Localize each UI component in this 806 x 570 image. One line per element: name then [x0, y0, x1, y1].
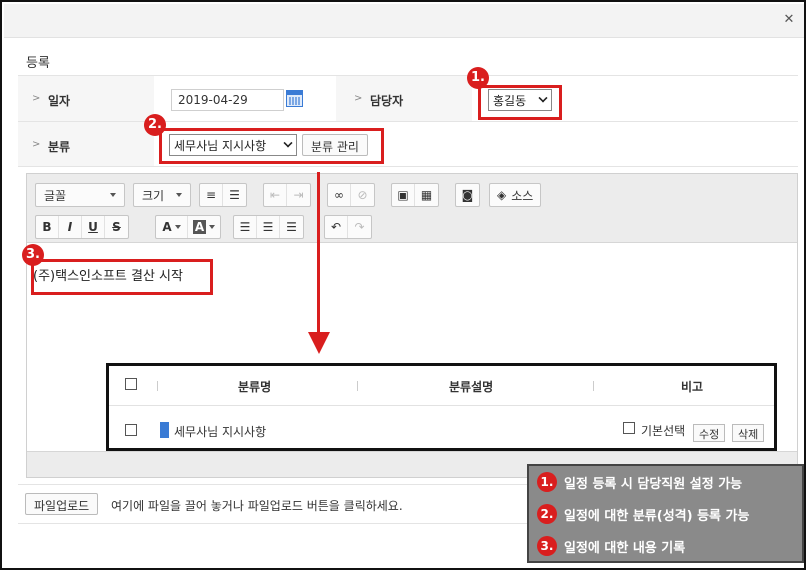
chevron-right-icon: > — [32, 139, 41, 150]
caret-down-icon — [209, 225, 216, 229]
media-icon[interactable]: ◙ — [456, 184, 479, 206]
category-color-marker — [160, 422, 169, 438]
annotation-badge-3: 3. — [22, 244, 44, 266]
legend-number: 1. — [537, 472, 557, 492]
chevron-right-icon: > — [354, 93, 363, 104]
link-icon[interactable]: ∞ — [328, 184, 351, 206]
legend-text: 일정에 대한 내용 기록 — [564, 540, 686, 556]
unlink-icon[interactable]: ⊘ — [351, 184, 374, 206]
section-title: 등록 — [26, 56, 50, 71]
select-all-checkbox[interactable] — [125, 378, 137, 390]
legend-text: 일정 등록 시 담당직원 설정 가능 — [564, 476, 743, 492]
color-group: A A — [155, 215, 221, 239]
date-input[interactable] — [171, 89, 284, 111]
legend-text: 일정에 대한 분류(성격) 등록 가능 — [564, 508, 750, 524]
annotation-badge-1: 1. — [467, 67, 489, 89]
align-group: ☰ ☰ ☰ — [233, 215, 304, 239]
source-label: 소스 — [511, 188, 534, 203]
source-button[interactable]: ◈ 소스 — [490, 184, 540, 206]
bg-color-button[interactable]: A — [188, 216, 220, 238]
format-group: B I U S — [35, 215, 129, 239]
chevron-right-icon: > — [32, 93, 41, 104]
indent-icon[interactable]: ⇥ — [287, 184, 310, 206]
header-separator — [593, 381, 594, 391]
history-group: ↶ ↷ — [324, 215, 372, 239]
font-size-dropdown[interactable]: 크기 — [133, 183, 191, 207]
font-family-dropdown[interactable]: 글꼴 — [35, 183, 125, 207]
italic-button[interactable]: I — [59, 216, 82, 238]
legend-number: 3. — [537, 536, 557, 556]
legend-item: 1. 일정 등록 시 담당직원 설정 가능 — [537, 472, 742, 492]
strikethrough-button[interactable]: S — [105, 216, 128, 238]
manager-label: 담당자 — [370, 94, 404, 108]
align-center-icon[interactable]: ☰ — [257, 216, 280, 238]
manager-label-cell: > 담당자 — [336, 76, 472, 121]
date-label: 일자 — [48, 94, 71, 108]
text-color-button[interactable]: A — [156, 216, 188, 238]
annotation-box-1 — [478, 85, 562, 120]
annotation-box-3 — [31, 259, 213, 295]
bullet-list-icon[interactable]: ☰ — [223, 184, 246, 206]
editor-toolbar: 글꼴 크기 ≡ ☰ ⇤ ⇥ ∞ ⊘ ▣ ▦ ◙ ◈ 소스 B I U S A A… — [27, 174, 797, 243]
annotation-badge-2: 2. — [144, 114, 166, 136]
category-label: 분류 — [48, 140, 71, 154]
category-label-cell: > 분류 — [18, 122, 154, 166]
caret-down-icon — [174, 225, 181, 229]
bg-color-icon: A — [192, 220, 207, 234]
header-separator — [157, 381, 158, 391]
outdent-icon[interactable]: ⇤ — [264, 184, 287, 206]
close-icon[interactable]: ✕ — [782, 13, 796, 27]
dialog-title-bar: ✕ — [4, 4, 804, 38]
header-category-name: 분류명 — [238, 380, 272, 394]
schedule-dialog: ✕ 등록 > 일자 > 담당자 홍길동 > 분류 세무사님 지시사항 분류 관리 — [0, 0, 806, 570]
underline-button[interactable]: U — [82, 216, 105, 238]
default-select-checkbox[interactable] — [623, 422, 635, 434]
source-group: ◈ 소스 — [489, 183, 542, 207]
annotation-box-2 — [159, 128, 384, 164]
header-separator — [357, 381, 358, 391]
category-list-popup: 분류명 분류설명 비고 세무사님 지시사항 기본선택 수정 삭제 — [106, 363, 777, 451]
indent-group: ⇤ ⇥ — [263, 183, 311, 207]
annotation-arrow-head — [308, 332, 330, 354]
default-select-label: 기본선택 — [641, 424, 686, 438]
image-icon[interactable]: ▣ — [392, 184, 415, 206]
row-checkbox[interactable] — [125, 424, 137, 436]
calendar-icon[interactable] — [286, 90, 303, 107]
undo-icon[interactable]: ↶ — [325, 216, 348, 238]
header-remarks: 비고 — [681, 380, 704, 394]
link-group: ∞ ⊘ — [327, 183, 375, 207]
date-label-cell: > 일자 — [18, 76, 154, 121]
category-table-header: 분류명 분류설명 비고 — [109, 366, 774, 406]
media-group: ◙ — [455, 183, 480, 207]
category-row: > 분류 세무사님 지시사항 분류 관리 — [18, 121, 798, 167]
legend-number: 2. — [537, 504, 557, 524]
annotation-legend: 1. 일정 등록 시 담당직원 설정 가능 2. 일정에 대한 분류(성격) 등… — [527, 464, 804, 563]
list-group: ≡ ☰ — [199, 183, 247, 207]
insert-group: ▣ ▦ — [391, 183, 439, 207]
font-label: 글꼴 — [44, 188, 67, 203]
caret-down-icon — [176, 193, 182, 197]
file-upload-button[interactable]: 파일업로드 — [25, 493, 99, 515]
legend-item: 3. 일정에 대한 내용 기록 — [537, 536, 685, 556]
annotation-arrow-line — [317, 172, 320, 334]
align-right-icon[interactable]: ☰ — [280, 216, 303, 238]
row-category-name: 세무사님 지시사항 — [174, 425, 267, 439]
date-manager-row: > 일자 > 담당자 홍길동 — [18, 75, 798, 121]
table-icon[interactable]: ▦ — [415, 184, 438, 206]
delete-button[interactable]: 삭제 — [732, 424, 765, 442]
size-label: 크기 — [142, 188, 165, 203]
legend-item: 2. 일정에 대한 분류(성격) 등록 가능 — [537, 504, 749, 524]
caret-down-icon — [110, 193, 116, 197]
text-color-icon: A — [162, 220, 172, 234]
ordered-list-icon[interactable]: ≡ — [200, 184, 223, 206]
align-left-icon[interactable]: ☰ — [234, 216, 257, 238]
bold-button[interactable]: B — [36, 216, 59, 238]
source-icon: ◈ — [497, 188, 507, 202]
edit-button[interactable]: 수정 — [693, 424, 726, 442]
header-category-description: 분류설명 — [449, 380, 494, 394]
upload-hint: 여기에 파일을 끌어 놓거나 파일업로드 버튼을 클릭하세요. — [111, 499, 403, 513]
redo-icon[interactable]: ↷ — [348, 216, 371, 238]
